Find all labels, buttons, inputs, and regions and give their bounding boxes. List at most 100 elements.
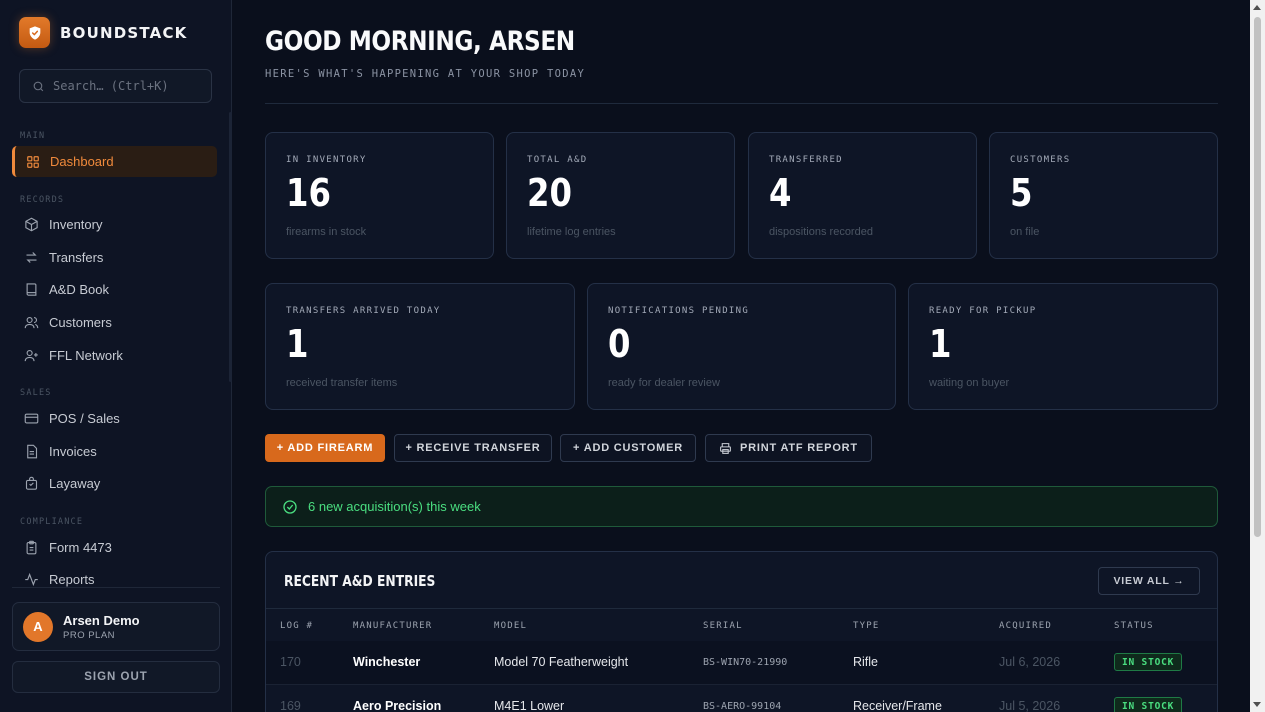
document-icon xyxy=(27,444,38,459)
cell-model: M4E1 Lower xyxy=(494,699,565,712)
stat-card-notifications[interactable]: NOTIFICATIONS PENDING 0 ready for dealer… xyxy=(587,283,896,410)
sidebar-item-label: POS / Sales xyxy=(49,411,120,426)
status-badge: IN STOCK xyxy=(1114,697,1183,712)
user-card[interactable]: A Arsen Demo PRO PLAN xyxy=(12,602,220,651)
stat-card-customers[interactable]: CUSTOMERS 5 on file xyxy=(989,132,1218,259)
stat-sub: received transfer items xyxy=(286,377,398,389)
stat-value: 1 xyxy=(286,322,309,366)
stat-sub: lifetime log entries xyxy=(527,226,616,238)
credit-card-icon xyxy=(24,413,39,424)
table-row[interactable]: 169 Aero Precision M4E1 Lower BS-AERO-99… xyxy=(266,684,1217,712)
stat-label: TRANSFERS ARRIVED TODAY xyxy=(286,306,441,316)
col-type[interactable]: TYPE xyxy=(853,621,879,631)
users-icon xyxy=(24,316,39,329)
scroll-down-arrow-icon[interactable] xyxy=(1253,702,1261,707)
brand[interactable]: BOUNDSTACK xyxy=(19,17,187,48)
main-content: GOOD MORNING, ARSEN HERE'S WHAT'S HAPPEN… xyxy=(232,0,1250,712)
col-status[interactable]: STATUS xyxy=(1114,621,1154,631)
col-model[interactable]: MODEL xyxy=(494,621,527,631)
cell-log: 170 xyxy=(280,655,301,669)
box-icon xyxy=(25,217,38,232)
user-plus-icon xyxy=(24,349,38,362)
print-atf-report-button[interactable]: PRINT ATF REPORT xyxy=(705,434,872,462)
sidebar-item-form-4473[interactable]: Form 4473 xyxy=(12,532,217,563)
sidebar-item-label: FFL Network xyxy=(49,348,123,363)
col-manufacturer[interactable]: MANUFACTURER xyxy=(353,621,432,631)
stat-card-total-ad[interactable]: TOTAL A&D 20 lifetime log entries xyxy=(506,132,735,259)
stat-label: TOTAL A&D xyxy=(527,155,588,165)
sidebar-item-invoices[interactable]: Invoices xyxy=(12,436,217,467)
section-label-sales: SALES xyxy=(20,388,52,398)
stat-card-transfers-arrived[interactable]: TRANSFERS ARRIVED TODAY 1 received trans… xyxy=(265,283,575,410)
transfer-arrows-icon xyxy=(26,252,37,263)
sidebar-item-label: Customers xyxy=(49,315,112,330)
avatar: A xyxy=(23,611,53,642)
stat-sub: on file xyxy=(1010,226,1040,238)
sidebar-item-label: Invoices xyxy=(49,444,97,459)
stat-card-inventory[interactable]: IN INVENTORY 16 firearms in stock xyxy=(265,132,494,259)
sidebar-item-customers[interactable]: Customers xyxy=(12,307,217,338)
col-serial[interactable]: SERIAL xyxy=(703,621,743,631)
cell-acquired: Jul 6, 2026 xyxy=(999,655,1061,669)
sidebar-item-reports[interactable]: Reports xyxy=(12,564,217,595)
view-all-button[interactable]: VIEW ALL → xyxy=(1098,567,1200,595)
page-scrollbar[interactable] xyxy=(1250,0,1265,712)
section-label-main: MAIN xyxy=(20,131,46,141)
cell-acquired: Jul 5, 2026 xyxy=(999,699,1061,712)
col-acquired[interactable]: ACQUIRED xyxy=(999,621,1052,631)
stat-sub: firearms in stock xyxy=(286,226,367,238)
sidebar-item-label: Reports xyxy=(49,572,95,587)
divider xyxy=(265,103,1218,104)
table-row[interactable]: 170 Winchester Model 70 Featherweight BS… xyxy=(266,641,1217,684)
sidebar-item-pos-sales[interactable]: POS / Sales xyxy=(12,403,217,434)
scroll-up-arrow-icon[interactable] xyxy=(1253,5,1261,10)
stat-card-transferred[interactable]: TRANSFERRED 4 dispositions recorded xyxy=(748,132,977,259)
sidebar-item-transfers[interactable]: Transfers xyxy=(12,242,217,273)
scrollbar-thumb[interactable] xyxy=(1254,17,1261,537)
sidebar-item-label: Inventory xyxy=(49,217,103,232)
panel-title: RECENT A&D ENTRIES xyxy=(284,572,436,590)
stat-sub: ready for dealer review xyxy=(608,377,720,389)
sidebar-item-adbook[interactable]: A&D Book xyxy=(12,274,217,305)
check-circle-icon xyxy=(283,499,297,514)
search-icon xyxy=(33,81,44,91)
sidebar-item-layaway[interactable]: Layaway xyxy=(12,468,217,499)
sidebar-item-ffl-network[interactable]: FFL Network xyxy=(12,340,217,371)
add-firearm-button[interactable]: + ADD FIREARM xyxy=(265,434,385,462)
cell-manufacturer: Aero Precision xyxy=(353,699,442,712)
stat-value: 1 xyxy=(929,322,952,366)
sidebar-item-inventory[interactable]: Inventory xyxy=(12,209,217,240)
sign-out-button[interactable]: SIGN OUT xyxy=(12,661,220,693)
user-plan: PRO PLAN xyxy=(63,629,116,641)
acquisitions-alert: 6 new acquisition(s) this week xyxy=(265,486,1218,527)
cell-serial: BS-AERO-99104 xyxy=(703,701,782,712)
print-atf-label: PRINT ATF REPORT xyxy=(740,442,858,454)
page-title: GOOD MORNING, ARSEN xyxy=(265,26,575,57)
section-label-compliance: COMPLIANCE xyxy=(20,517,84,527)
stat-card-ready-pickup[interactable]: READY FOR PICKUP 1 waiting on buyer xyxy=(908,283,1218,410)
stat-label: TRANSFERRED xyxy=(769,155,843,165)
stat-value: 0 xyxy=(608,322,631,366)
stat-label: NOTIFICATIONS PENDING xyxy=(608,306,750,316)
stat-value: 16 xyxy=(286,171,331,215)
table-header: LOG # MANUFACTURER MODEL SERIAL TYPE ACQ… xyxy=(266,608,1217,641)
sidebar-item-label: A&D Book xyxy=(49,282,109,297)
stat-value: 4 xyxy=(769,171,792,215)
cell-type: Rifle xyxy=(853,655,879,669)
sidebar-item-label: Transfers xyxy=(49,250,104,265)
receive-transfer-button[interactable]: + RECEIVE TRANSFER xyxy=(394,434,552,462)
brand-name: BOUNDSTACK xyxy=(60,23,188,42)
add-customer-button[interactable]: + ADD CUSTOMER xyxy=(560,434,696,462)
search-input[interactable] xyxy=(53,79,203,93)
recent-ad-entries-panel: RECENT A&D ENTRIES VIEW ALL → LOG # MANU… xyxy=(265,551,1218,712)
bag-icon xyxy=(25,476,38,490)
page-subtitle: HERE'S WHAT'S HAPPENING AT YOUR SHOP TOD… xyxy=(265,68,586,80)
dashboard-grid-icon xyxy=(27,155,39,168)
col-log[interactable]: LOG # xyxy=(280,621,313,631)
alert-text: 6 new acquisition(s) this week xyxy=(308,499,481,514)
stat-label: CUSTOMERS xyxy=(1010,155,1071,165)
stat-value: 20 xyxy=(527,171,572,215)
search-box[interactable] xyxy=(19,69,212,103)
sidebar-item-dashboard[interactable]: Dashboard xyxy=(12,146,217,177)
stat-sub: waiting on buyer xyxy=(929,377,1010,389)
